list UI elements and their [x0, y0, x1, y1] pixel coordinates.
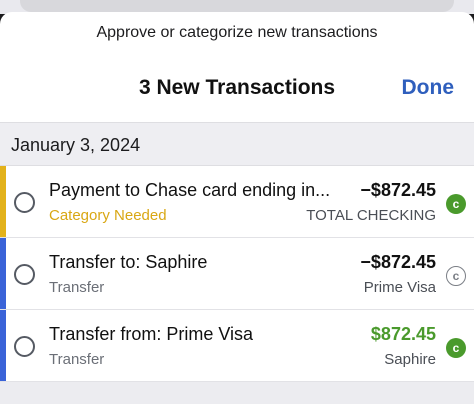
transaction-amount: −$872.45 — [360, 252, 436, 272]
transaction-account: Prime Visa — [363, 279, 436, 296]
background-sheet — [20, 0, 454, 12]
list-footer-space — [0, 382, 474, 404]
select-radio[interactable] — [14, 264, 35, 285]
category-needed-indicator — [0, 166, 6, 237]
transaction-row[interactable]: Payment to Chase card ending in... Categ… — [0, 166, 474, 238]
select-radio[interactable] — [14, 192, 35, 213]
done-button[interactable]: Done — [402, 76, 455, 100]
transaction-category: Transfer — [49, 351, 105, 368]
transaction-category: Category Needed — [49, 207, 167, 224]
transaction-amount: −$872.45 — [360, 180, 436, 200]
uncleared-c-icon[interactable]: c — [446, 266, 466, 286]
sheet-prompt: Approve or categorize new transactions — [96, 24, 378, 41]
transaction-account: TOTAL CHECKING — [306, 207, 436, 224]
select-radio[interactable] — [14, 336, 35, 357]
section-date: January 3, 2024 — [11, 135, 141, 155]
transfer-indicator — [0, 238, 6, 309]
transaction-amount: $872.45 — [370, 324, 436, 344]
transaction-row[interactable]: Transfer to: Saphire Transfer −$872.45 P… — [0, 238, 474, 310]
transaction-row[interactable]: Transfer from: Prime Visa Transfer $872.… — [0, 310, 474, 382]
transfer-indicator — [0, 310, 6, 381]
transactions-sheet: Approve or categorize new transactions 3… — [0, 12, 474, 404]
transaction-payee: Transfer to: Saphire — [49, 252, 208, 272]
transaction-account: Saphire — [384, 351, 436, 368]
transaction-payee: Transfer from: Prime Visa — [49, 324, 254, 344]
cleared-c-icon[interactable]: c — [446, 194, 466, 214]
date-section-header: January 3, 2024 — [0, 122, 474, 166]
transaction-payee: Payment to Chase card ending in... — [49, 180, 331, 200]
transaction-category: Transfer — [49, 279, 105, 296]
cleared-c-icon[interactable]: c — [446, 338, 466, 358]
